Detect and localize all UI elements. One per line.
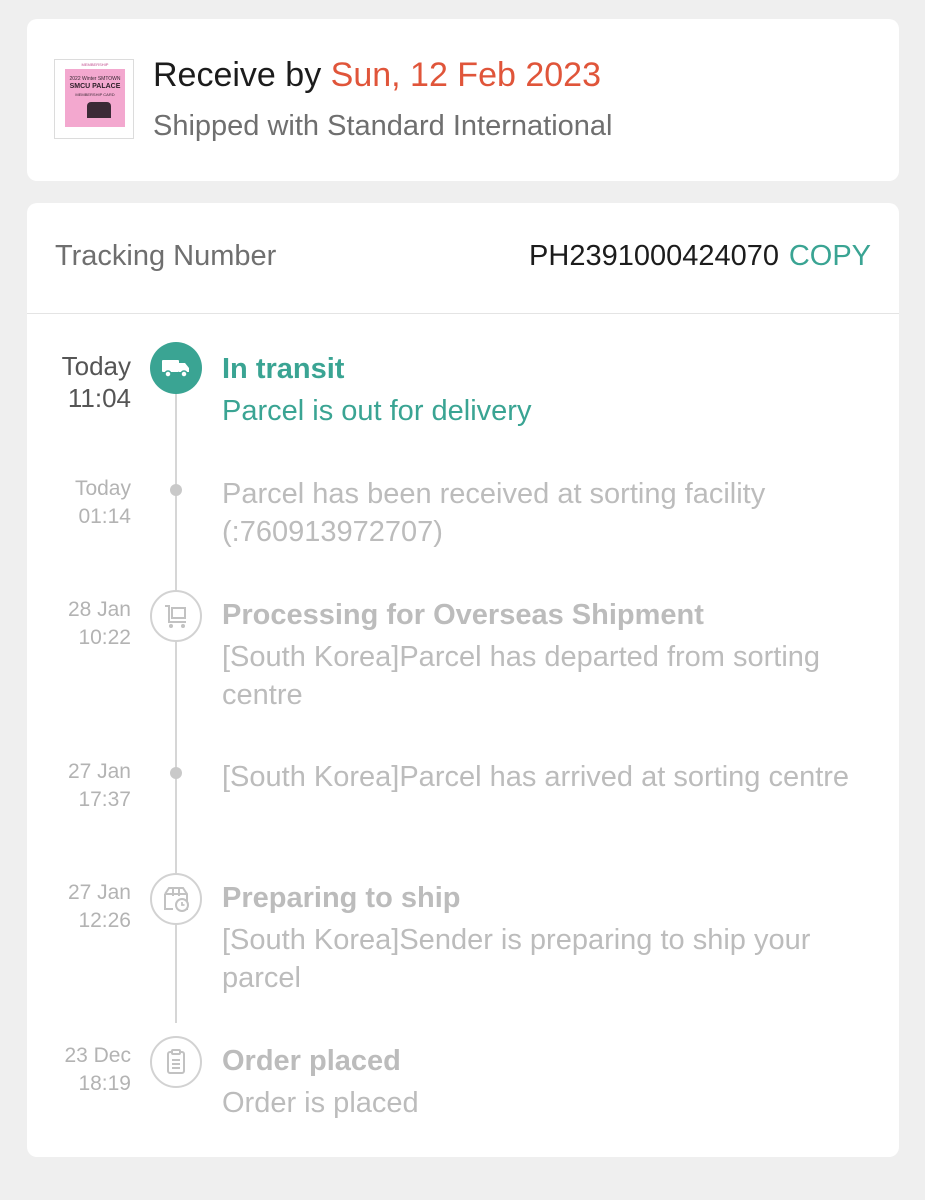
event-hour: 12:26 [78, 909, 131, 932]
event-time: 27 Jan 17:37 [68, 758, 131, 814]
event-description: [South Korea]Sender is preparing to ship… [222, 924, 811, 994]
event-description: Parcel is out for delivery [222, 395, 532, 427]
copy-button[interactable]: COPY [789, 240, 871, 273]
timeline-dot [170, 767, 182, 779]
package-clock-icon [150, 873, 202, 925]
event-hour: 10:22 [78, 626, 131, 649]
event-description: [South Korea]Parcel has departed from so… [222, 641, 821, 711]
event-date: 27 Jan [67, 881, 131, 904]
shipping-method: Shipped with Standard International [153, 110, 613, 142]
thumb-brand: MEMBERSHIP [81, 62, 109, 67]
event-hour: 11:04 [67, 383, 131, 413]
event-date: 28 Jan [67, 598, 131, 621]
tracking-number-label: Tracking Number [55, 240, 277, 272]
event-description: Parcel has been received at sorting faci… [222, 478, 766, 548]
event-title: Processing for Overseas Shipment [222, 599, 704, 631]
receive-by-label: Receive by [153, 56, 322, 94]
product-image: MEMBERSHIP 2022 Winter SMTOWN SMCU PALAC… [65, 62, 125, 127]
event-date: 23 Dec [64, 1044, 131, 1067]
product-thumbnail[interactable]: MEMBERSHIP 2022 Winter SMTOWN SMCU PALAC… [54, 59, 134, 139]
clipboard-icon [150, 1036, 202, 1088]
delivery-card[interactable]: MEMBERSHIP 2022 Winter SMTOWN SMCU PALAC… [27, 19, 899, 181]
event-hour: 18:19 [78, 1072, 131, 1095]
tracking-number-value: PH2391000424070 [529, 240, 779, 272]
truck-icon [150, 342, 202, 394]
timeline-line [175, 373, 177, 1023]
palace-graphic [87, 102, 111, 118]
timeline-dot [170, 484, 182, 496]
event-time: Today 11:04 [62, 350, 131, 414]
event-time: 28 Jan 10:22 [68, 596, 131, 652]
receive-date: Sun, 12 Feb 2023 [330, 56, 601, 94]
event-description: Order is placed [222, 1087, 419, 1119]
thumb-line2: SMCU PALACE [69, 83, 121, 90]
thumb-line3: MEMBERSHIP CARD [75, 92, 115, 97]
event-hour: 01:14 [78, 505, 131, 528]
receive-by-line: Receive by Sun, 12 Feb 2023 [153, 56, 601, 95]
cart-icon [150, 590, 202, 642]
event-title: In transit [222, 353, 345, 385]
event-date: Today [74, 477, 131, 500]
event-title: Order placed [222, 1045, 401, 1077]
event-description: [South Korea]Parcel has arrived at sorti… [222, 761, 850, 793]
event-time: Today 01:14 [75, 475, 131, 531]
event-time: 27 Jan 12:26 [68, 879, 131, 935]
event-time: 23 Dec 18:19 [64, 1042, 131, 1098]
event-title: Preparing to ship [222, 882, 461, 914]
thumb-line1: 2022 Winter SMTOWN [69, 76, 121, 82]
event-date: Today [61, 351, 131, 381]
event-hour: 17:37 [78, 788, 131, 811]
tracking-number-row: Tracking Number PH2391000424070 COPY [27, 203, 899, 314]
event-date: 27 Jan [67, 760, 131, 783]
tracking-card: Tracking Number PH2391000424070 COPY Tod… [27, 203, 899, 1157]
